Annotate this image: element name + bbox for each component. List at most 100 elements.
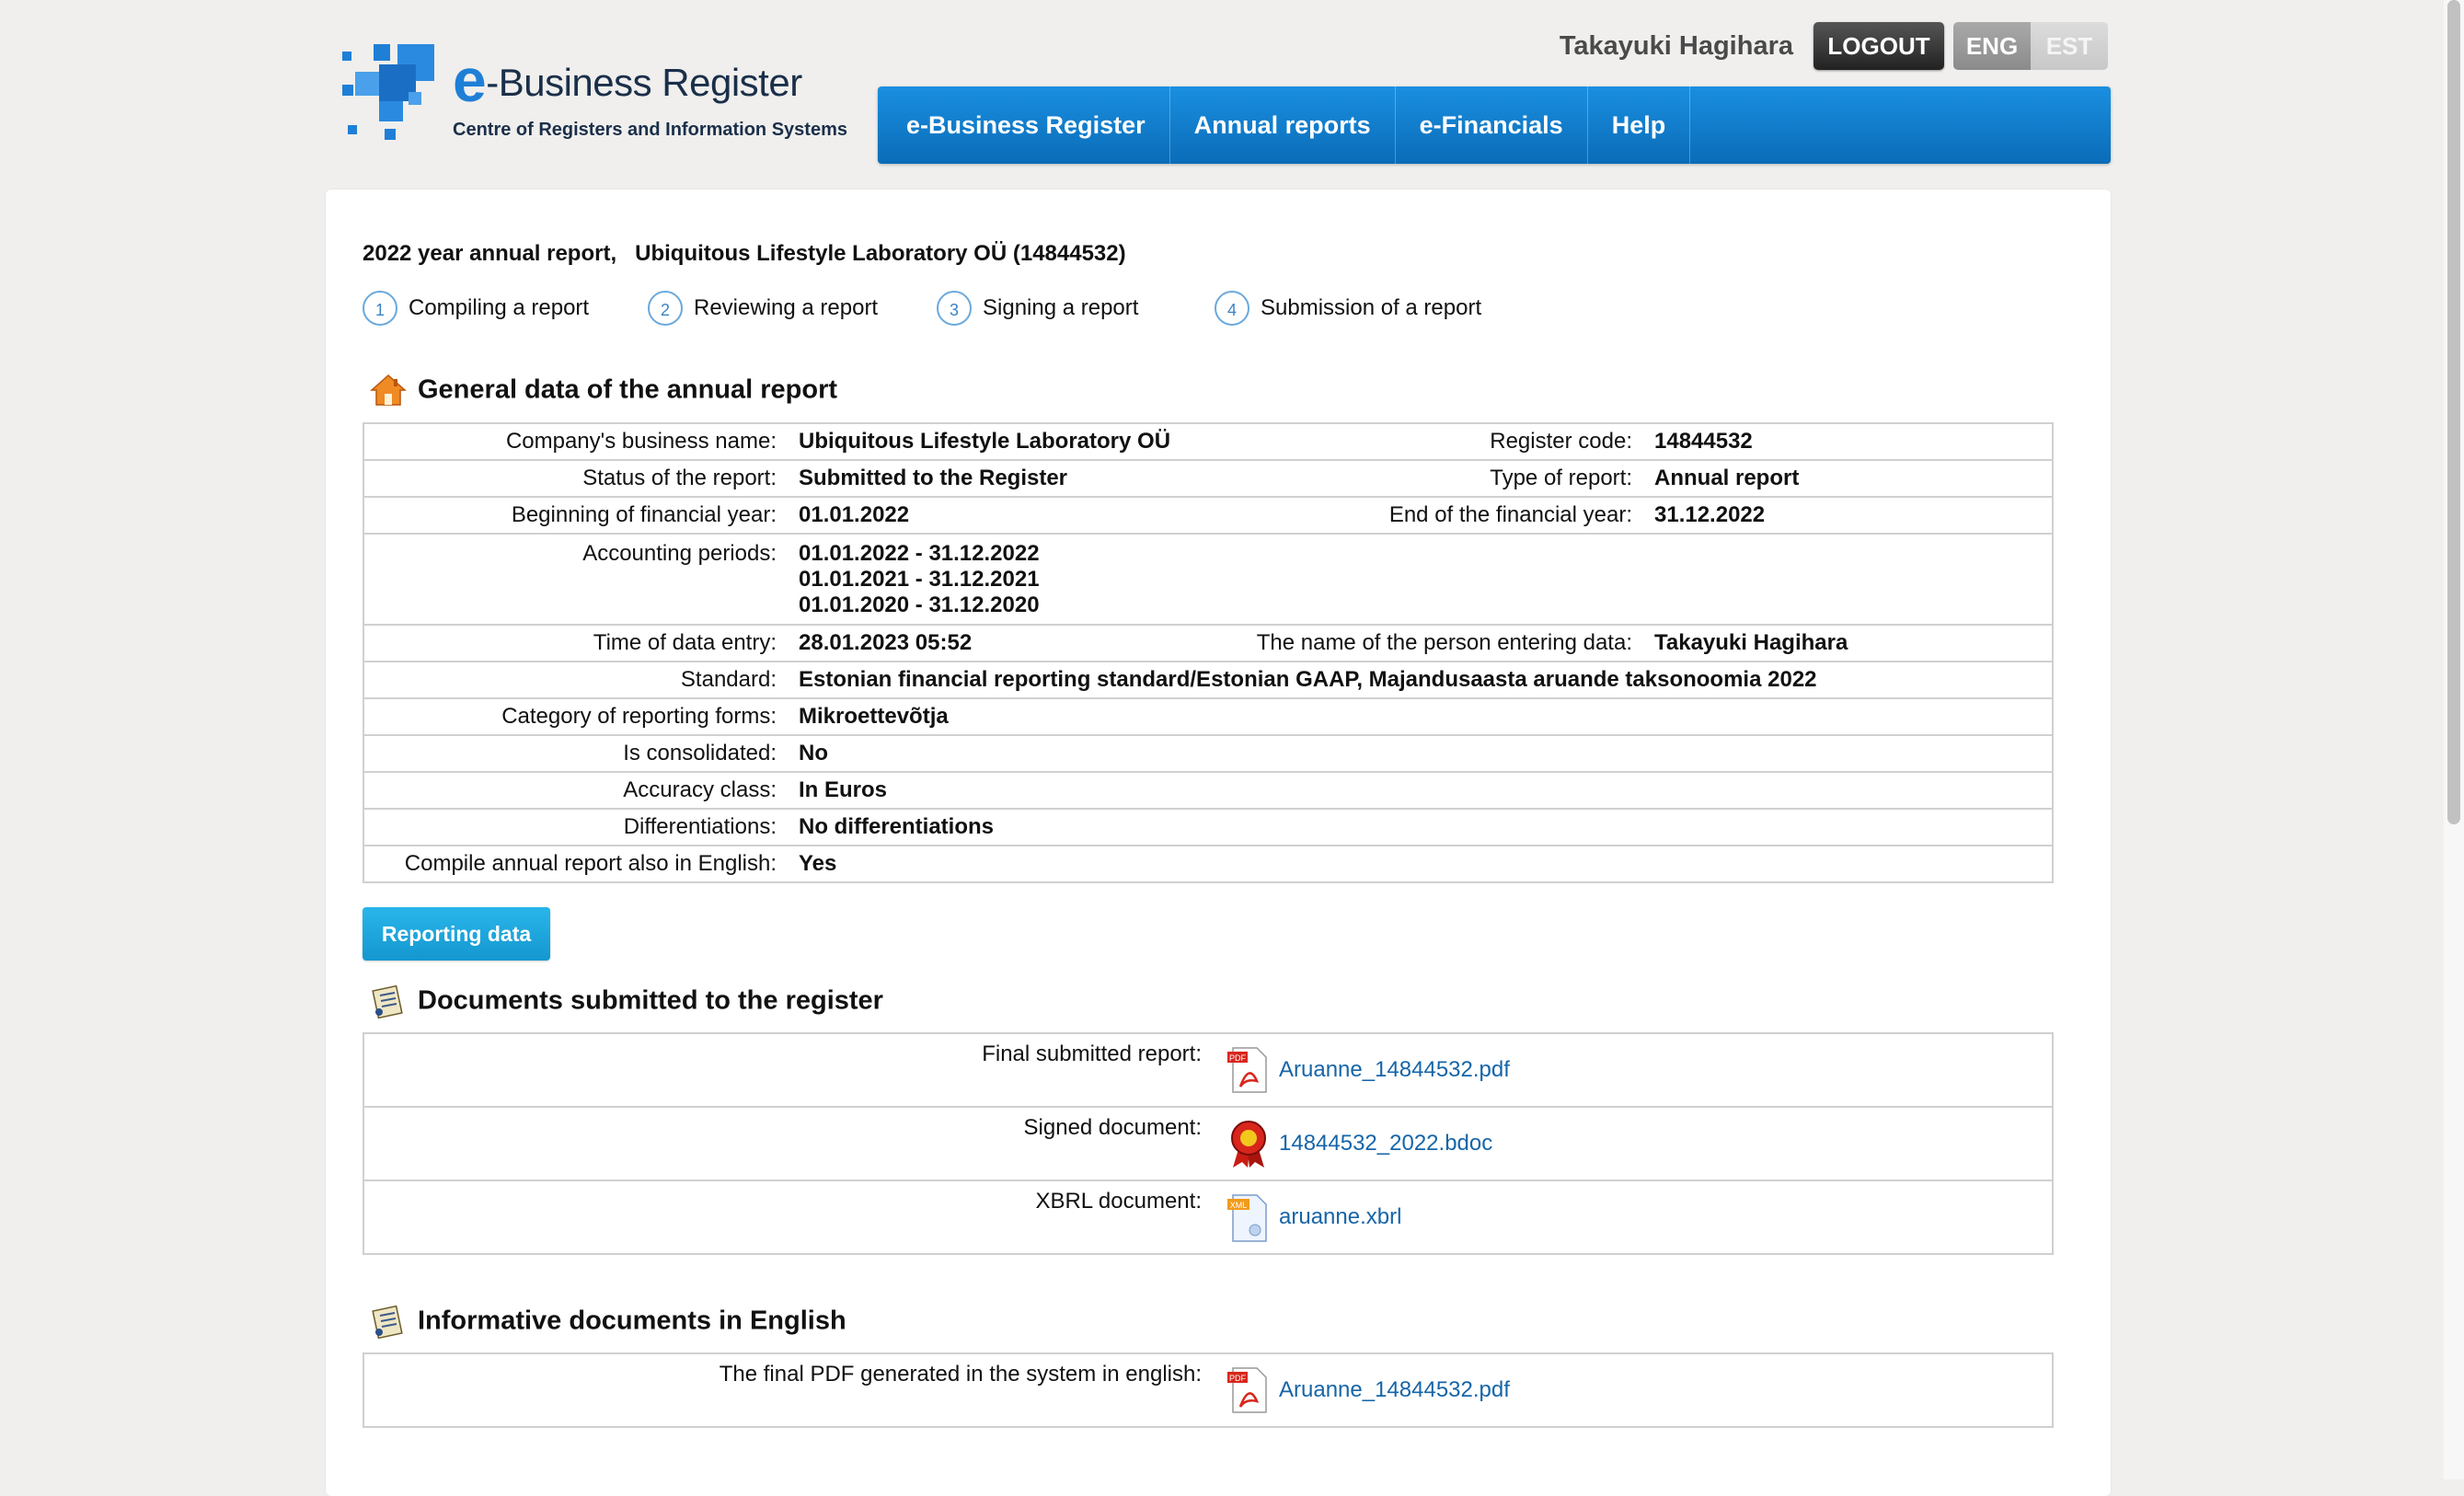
differentiations-label: Differentiations: [363,808,788,846]
company-name-value: Ubiquitous Lifestyle Laboratory OÜ [788,422,1235,461]
logo-title: e-Business Register [453,46,802,114]
scroll-document-icon [372,1305,403,1340]
pdf-icon: PDF [1227,1047,1267,1093]
fy-end-label: End of the financial year: [1235,496,1643,535]
register-code-label: Register code: [1235,422,1643,461]
logo-mosaic-icon [342,44,443,140]
nav-e-business-register[interactable]: e-Business Register [878,86,1170,164]
status-value: Submitted to the Register [788,459,1235,498]
step-number-badge: 1 [363,291,397,326]
table-row: Differentiations: No differentiations [363,808,2054,846]
language-switcher: ENG EST [1953,22,2108,70]
user-name: Takayuki Hagihara [1559,31,1793,61]
english-documents-table: The final PDF generated in the system in… [363,1352,2054,1428]
step-reviewing[interactable]: 2 Reviewing a report [648,291,878,326]
accounting-periods-value: 01.01.2022 - 31.12.2022 01.01.2021 - 31.… [788,533,2054,626]
category-value: Mikroettevõtja [788,697,2054,736]
table-row: Is consolidated: No [363,734,2054,773]
nav-e-financials[interactable]: e-Financials [1396,86,1588,164]
table-row: Signed document: 14844532_2022.bdoc [363,1106,2054,1181]
differentiations-value: No differentiations [788,808,2054,846]
xml-icon: XML [1227,1194,1267,1242]
lang-eng-button[interactable]: ENG [1953,22,2031,70]
report-type-value: Annual report [1643,459,2054,498]
table-row: Standard: Estonian financial reporting s… [363,661,2054,699]
logo-subtitle: Centre of Registers and Information Syst… [453,120,847,140]
fy-begin-label: Beginning of financial year: [363,496,788,535]
consolidated-label: Is consolidated: [363,734,788,773]
final-report-cell: PDF Aruanne_14844532.pdf [1213,1032,2054,1108]
step-submission[interactable]: 4 Submission of a report [1215,291,1481,326]
table-row: Category of reporting forms: Mikroettevõ… [363,697,2054,736]
table-row: XBRL document: XML aruanne.xbrl [363,1180,2054,1255]
register-code-value: 14844532 [1643,422,2054,461]
final-report-link[interactable]: Aruanne_14844532.pdf [1279,1057,1510,1082]
scrollbar-thumb[interactable] [2447,0,2460,824]
accuracy-value: In Euros [788,771,2054,810]
entry-time-label: Time of data entry: [363,624,788,662]
category-label: Category of reporting forms: [363,697,788,736]
status-label: Status of the report: [363,459,788,498]
table-row: Final submitted report: PDF Aruanne_1484… [363,1032,2054,1108]
english-documents-heading: Informative documents in English [370,1303,846,1340]
table-row: Time of data entry: 28.01.2023 05:52 The… [363,624,2054,662]
report-type-label: Type of report: [1235,459,1643,498]
general-data-heading: General data of the annual report [370,372,837,409]
page-scrollbar[interactable] [2444,0,2464,1479]
entry-time-value: 28.01.2023 05:52 [788,624,1235,662]
logout-button[interactable]: LOGOUT [1813,22,1944,70]
xbrl-document-link[interactable]: aruanne.xbrl [1279,1204,1401,1229]
signed-document-link[interactable]: 14844532_2022.bdoc [1279,1131,1492,1156]
svg-text:XML: XML [1230,1201,1248,1210]
reporting-data-button[interactable]: Reporting data [363,907,550,961]
step-number-badge: 2 [648,291,683,326]
fy-end-value: 31.12.2022 [1643,496,2054,535]
documents-table: Final submitted report: PDF Aruanne_1484… [363,1032,2054,1255]
documents-heading: Documents submitted to the register [370,983,883,1019]
house-icon [370,374,407,406]
general-data-table: Company's business name: Ubiquitous Life… [363,422,2054,883]
step-number-badge: 4 [1215,291,1249,326]
svg-text:PDF: PDF [1229,1053,1247,1063]
fy-begin-value: 01.01.2022 [788,496,1235,535]
table-row: Accounting periods: 01.01.2022 - 31.12.2… [363,533,2054,626]
table-row: Beginning of financial year: 01.01.2022 … [363,496,2054,535]
english-label: Compile annual report also in English: [363,845,788,883]
english-pdf-label: The final PDF generated in the system in… [363,1352,1213,1428]
report-title: 2022 year annual report, Ubiquitous Lifes… [363,241,1126,266]
entry-person-value: Takayuki Hagihara [1643,624,2054,662]
scroll-document-icon [372,984,403,1019]
table-row: Compile annual report also in English: Y… [363,845,2054,883]
accuracy-label: Accuracy class: [363,771,788,810]
entry-person-label: The name of the person entering data: [1235,624,1643,662]
table-row: Status of the report: Submitted to the R… [363,459,2054,498]
table-row: The final PDF generated in the system in… [363,1352,2054,1428]
english-value: Yes [788,845,2054,883]
standard-label: Standard: [363,661,788,699]
signed-document-label: Signed document: [363,1106,1213,1181]
main-nav: e-Business Register Annual reports e-Fin… [878,86,2111,164]
pdf-icon: PDF [1227,1367,1267,1413]
site-logo[interactable]: e-Business Register Centre of Registers … [342,44,867,145]
consolidated-value: No [788,734,2054,773]
svg-text:PDF: PDF [1229,1374,1247,1383]
nav-help[interactable]: Help [1588,86,1691,164]
signed-document-cell: 14844532_2022.bdoc [1213,1106,2054,1181]
accounting-periods-label: Accounting periods: [363,533,788,626]
company-name-label: Company's business name: [363,422,788,461]
xbrl-document-label: XBRL document: [363,1180,1213,1255]
standard-value: Estonian financial reporting standard/Es… [788,661,2054,699]
english-pdf-link[interactable]: Aruanne_14844532.pdf [1279,1377,1510,1402]
content-panel: 2022 year annual report, Ubiquitous Lifes… [326,190,2111,1496]
table-row: Company's business name: Ubiquitous Life… [363,422,2054,461]
final-report-label: Final submitted report: [363,1032,1213,1108]
english-pdf-cell: PDF Aruanne_14844532.pdf [1213,1352,2054,1428]
lang-est-button[interactable]: EST [2031,22,2108,70]
xbrl-document-cell: XML aruanne.xbrl [1213,1180,2054,1255]
table-row: Accuracy class: In Euros [363,771,2054,810]
step-signing[interactable]: 3 Signing a report [937,291,1138,326]
seal-icon [1231,1121,1266,1168]
step-compiling[interactable]: 1 Compiling a report [363,291,589,326]
step-number-badge: 3 [937,291,972,326]
nav-annual-reports[interactable]: Annual reports [1170,86,1396,164]
